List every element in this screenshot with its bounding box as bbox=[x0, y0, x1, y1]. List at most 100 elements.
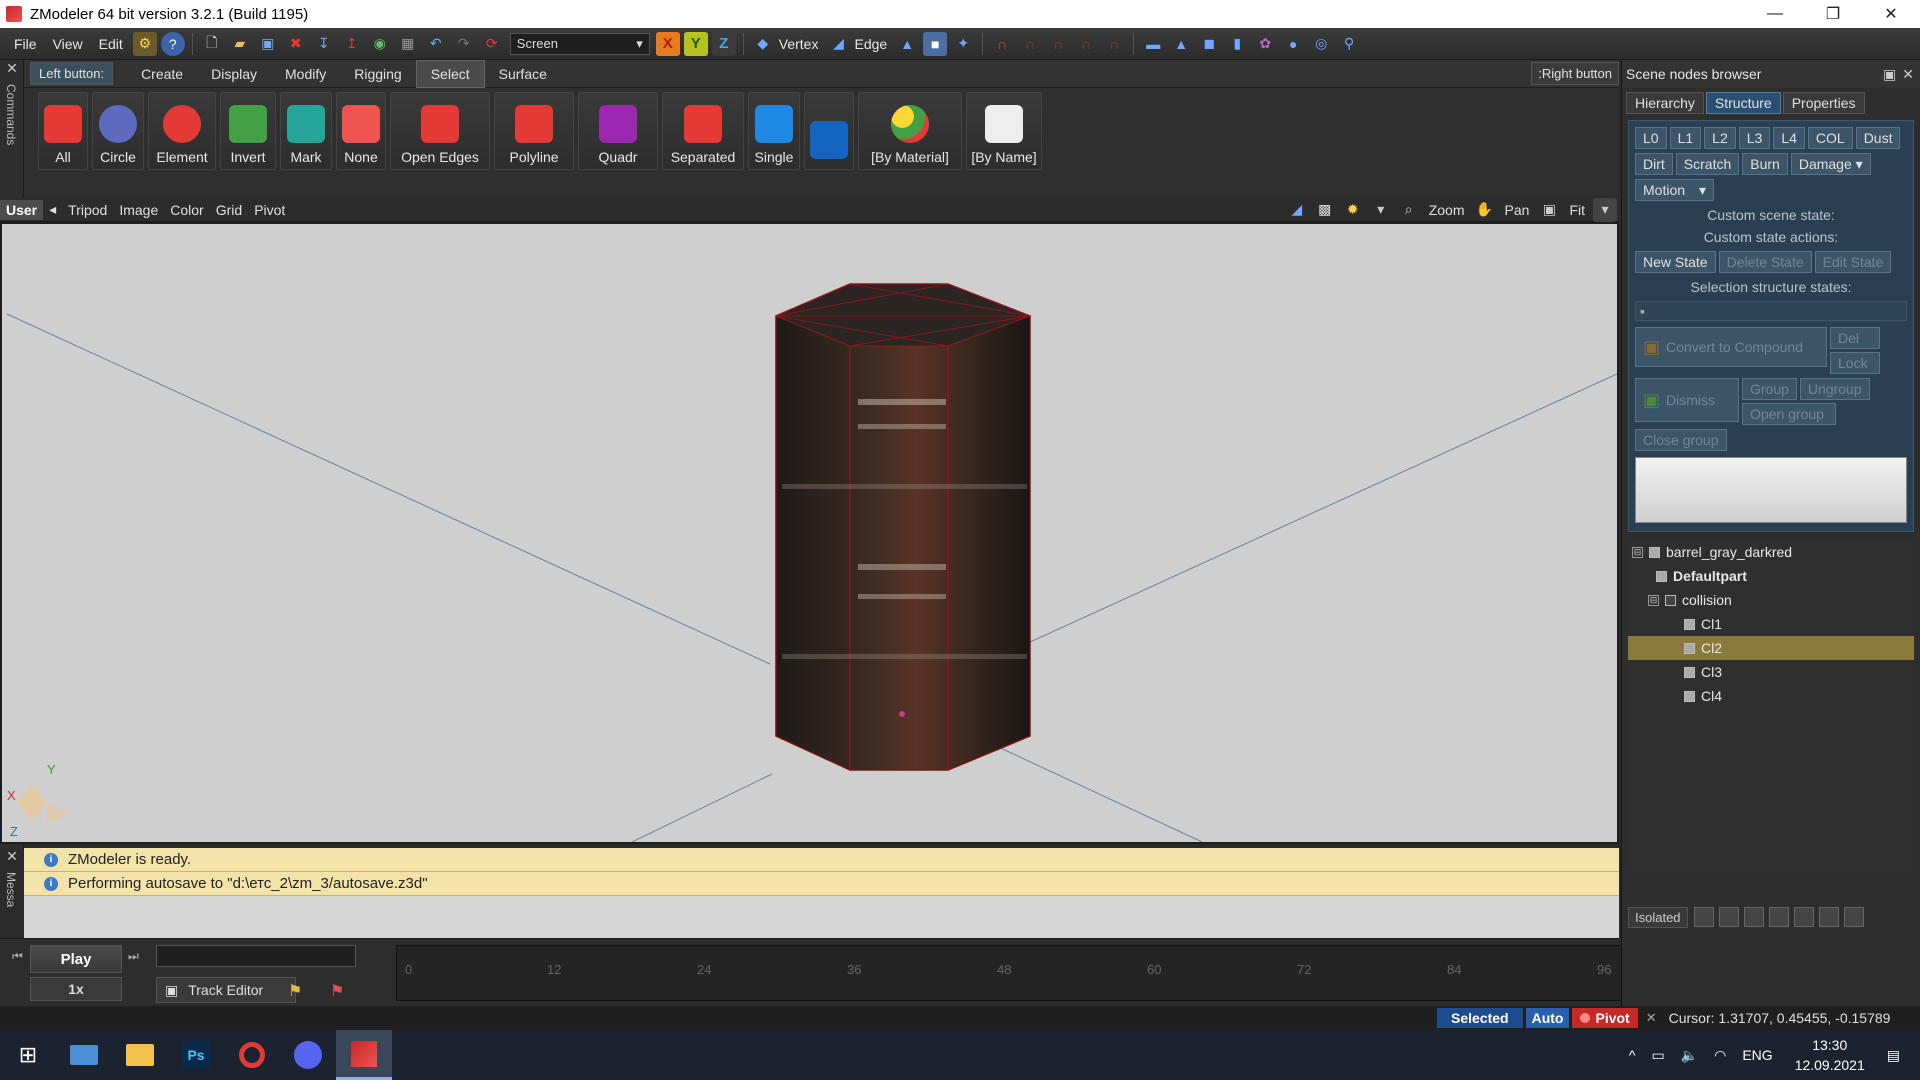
play-button[interactable]: Play bbox=[30, 945, 122, 973]
sphere-icon[interactable]: ● bbox=[1281, 32, 1305, 56]
tree-action-icon[interactable] bbox=[1843, 907, 1864, 927]
dust-button[interactable]: Dust bbox=[1855, 127, 1901, 149]
burn-button[interactable]: Burn bbox=[1742, 153, 1788, 175]
right-button-indicator[interactable]: :Right button bbox=[1531, 62, 1619, 85]
menu-view[interactable]: View bbox=[45, 36, 91, 52]
messages-close-icon[interactable]: ✕ bbox=[0, 848, 24, 866]
edge-mode-label[interactable]: Edge bbox=[854, 36, 887, 52]
material-icon[interactable]: ✿ bbox=[1253, 32, 1277, 56]
clock[interactable]: 13:30 12.09.2021 bbox=[1795, 1035, 1865, 1075]
close-button[interactable]: ✕ bbox=[1862, 0, 1920, 28]
plane-icon[interactable]: ▬ bbox=[1141, 32, 1165, 56]
battery-icon[interactable]: ▭ bbox=[1651, 1047, 1664, 1064]
magnet-icon[interactable]: ∩ bbox=[990, 32, 1014, 56]
visibility-checkbox[interactable] bbox=[1656, 570, 1667, 582]
wifi-icon[interactable]: ◠ bbox=[1714, 1047, 1726, 1064]
tab-select[interactable]: Select bbox=[415, 59, 485, 88]
visibility-checkbox[interactable] bbox=[1684, 642, 1695, 654]
playback-speed[interactable]: 1x bbox=[30, 977, 122, 1001]
del-button[interactable]: Del bbox=[1830, 327, 1880, 349]
element-mode-icon[interactable]: ✦ bbox=[951, 32, 975, 56]
tool-by-name[interactable]: [By Name] bbox=[966, 92, 1042, 170]
viewport-menu-icon[interactable]: ▾ bbox=[1593, 197, 1617, 222]
snap-edge-icon[interactable]: ∩ bbox=[1074, 32, 1098, 56]
taskbar-app-zmodeler[interactable] bbox=[336, 1030, 392, 1080]
tab-surface[interactable]: Surface bbox=[485, 60, 561, 88]
language-indicator[interactable]: ENG bbox=[1742, 1047, 1772, 1063]
pan-label[interactable]: Pan bbox=[1505, 202, 1530, 218]
tool-all[interactable]: All bbox=[38, 92, 88, 170]
tool-separated[interactable]: Separated bbox=[662, 92, 744, 170]
grid-icon[interactable]: ▦ bbox=[396, 32, 420, 56]
taskbar-app-discord[interactable] bbox=[280, 1030, 336, 1080]
visibility-checkbox[interactable] bbox=[1684, 618, 1695, 630]
tree-row[interactable]: ⊟ collision bbox=[1628, 588, 1914, 612]
group-button[interactable]: Group bbox=[1742, 378, 1797, 400]
collapse-icon[interactable]: ⊟ bbox=[1648, 594, 1659, 606]
dirt-button[interactable]: Dirt bbox=[1635, 153, 1673, 175]
cone-icon[interactable]: ▲ bbox=[1169, 32, 1193, 56]
object-mode-icon[interactable]: ■ bbox=[923, 31, 948, 56]
isolated-toggle[interactable]: Isolated bbox=[1628, 906, 1688, 928]
vertex-mode-icon[interactable]: ◆ bbox=[751, 32, 775, 56]
convert-to-compound-button[interactable]: ▣ Convert to Compound bbox=[1635, 327, 1827, 367]
axis-y-toggle[interactable]: Y bbox=[683, 31, 708, 56]
viewport-pivot[interactable]: Pivot bbox=[254, 202, 285, 218]
render-mode-icon[interactable]: ◢ bbox=[1285, 198, 1309, 222]
snap-vertex-icon[interactable]: ∩ bbox=[1046, 32, 1070, 56]
tree-action-icon[interactable] bbox=[1768, 907, 1789, 927]
tree-row[interactable]: Cl2 bbox=[1628, 636, 1914, 660]
new-file-icon[interactable]: 🗋 bbox=[200, 32, 224, 56]
maximize-button[interactable]: ❐ bbox=[1804, 0, 1862, 28]
ungroup-button[interactable]: Ungroup bbox=[1799, 378, 1870, 400]
edit-state-button[interactable]: Edit State bbox=[1814, 251, 1892, 273]
tool-element[interactable]: Element bbox=[148, 92, 216, 170]
tree-row[interactable]: ⊟ barrel_gray_darkred bbox=[1628, 540, 1914, 564]
tab-rigging[interactable]: Rigging bbox=[340, 60, 415, 88]
tree-action-icon[interactable] bbox=[1693, 907, 1714, 927]
barrel-model[interactable] bbox=[774, 283, 1032, 771]
tab-create[interactable]: Create bbox=[127, 60, 197, 88]
lod-l0-button[interactable]: L0 bbox=[1635, 127, 1667, 149]
pan-icon[interactable]: ✋ bbox=[1473, 198, 1497, 222]
visibility-checkbox[interactable] bbox=[1684, 666, 1695, 678]
chevron-left-icon[interactable]: ◂ bbox=[49, 201, 56, 218]
vertex-mode-label[interactable]: Vertex bbox=[779, 36, 819, 52]
structure-states-list[interactable]: ▪ bbox=[1635, 301, 1907, 321]
axis-z-toggle[interactable]: Z bbox=[711, 31, 736, 56]
tree-row[interactable]: Cl1 bbox=[1628, 612, 1914, 636]
open-group-button[interactable]: Open group bbox=[1742, 403, 1836, 425]
pivot-toggle[interactable]: Pivot bbox=[1572, 1008, 1638, 1028]
torus-icon[interactable]: ◎ bbox=[1309, 32, 1333, 56]
close-icon[interactable]: ✕ bbox=[0, 60, 24, 78]
tree-row[interactable]: Cl4 bbox=[1628, 684, 1914, 708]
fit-icon[interactable]: ▣ bbox=[1537, 198, 1561, 222]
settings-icon[interactable]: ⚙ bbox=[132, 31, 157, 56]
tree-row[interactable]: Defaultpart bbox=[1628, 564, 1914, 588]
export-icon[interactable]: ↥ bbox=[340, 32, 364, 56]
tab-display[interactable]: Display bbox=[197, 60, 271, 88]
help-icon[interactable]: ? bbox=[160, 31, 185, 56]
menu-file[interactable]: File bbox=[6, 36, 45, 52]
globe-icon[interactable]: ◉ bbox=[368, 32, 392, 56]
checker-icon[interactable]: ▩ bbox=[1313, 198, 1337, 222]
edge-mode-icon[interactable]: ◢ bbox=[826, 32, 850, 56]
dismiss-button[interactable]: ▣ Dismiss bbox=[1635, 378, 1739, 422]
taskbar-app-photoshop[interactable]: Ps bbox=[168, 1030, 224, 1080]
snap-face-icon[interactable]: ∩ bbox=[1102, 32, 1126, 56]
tree-action-icon[interactable] bbox=[1743, 907, 1764, 927]
zoom-icon[interactable]: ⌕ bbox=[1397, 198, 1421, 222]
viewport-mode[interactable]: User bbox=[0, 199, 44, 220]
selected-mode-toggle[interactable]: Selected bbox=[1437, 1008, 1523, 1028]
pin-icon[interactable]: ▣ bbox=[1883, 66, 1896, 83]
tool-by-material[interactable]: [By Material] bbox=[858, 92, 962, 170]
start-button[interactable]: ⊞ bbox=[0, 1030, 56, 1080]
viewport-image[interactable]: Image bbox=[119, 202, 158, 218]
tree-action-icon[interactable] bbox=[1793, 907, 1814, 927]
tree-row[interactable]: Cl3 bbox=[1628, 660, 1914, 684]
viewport-tripod[interactable]: Tripod bbox=[68, 202, 107, 218]
close-group-button[interactable]: Close group bbox=[1635, 429, 1727, 451]
tool-mark[interactable]: Mark bbox=[280, 92, 332, 170]
auto-toggle[interactable]: Auto bbox=[1525, 1008, 1570, 1028]
cylinder-icon[interactable]: ▮ bbox=[1225, 32, 1249, 56]
